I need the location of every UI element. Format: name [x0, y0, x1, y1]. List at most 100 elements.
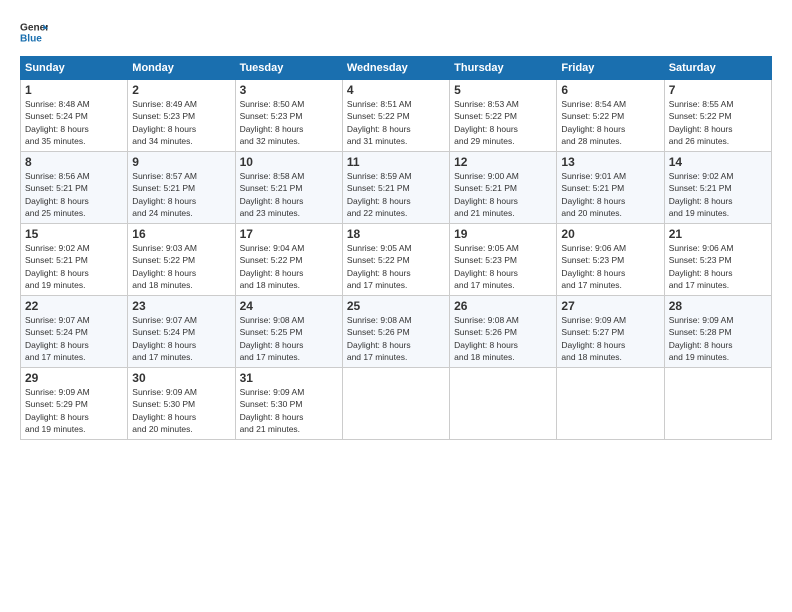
day-number: 2	[132, 83, 230, 97]
calendar-cell: 30Sunrise: 9:09 AM Sunset: 5:30 PM Dayli…	[128, 368, 235, 440]
day-number: 9	[132, 155, 230, 169]
calendar-table: SundayMondayTuesdayWednesdayThursdayFrid…	[20, 56, 772, 440]
calendar-cell: 15Sunrise: 9:02 AM Sunset: 5:21 PM Dayli…	[21, 224, 128, 296]
calendar-cell: 18Sunrise: 9:05 AM Sunset: 5:22 PM Dayli…	[342, 224, 449, 296]
calendar-cell: 9Sunrise: 8:57 AM Sunset: 5:21 PM Daylig…	[128, 152, 235, 224]
week-row-4: 22 Sunrise: 9:07 AM Sunset: 5:24 PM Dayli…	[21, 296, 772, 368]
calendar-cell	[450, 368, 557, 440]
day-number: 24	[240, 299, 338, 313]
day-info: Sunrise: 8:59 AM Sunset: 5:21 PM Dayligh…	[347, 170, 445, 219]
day-info: Sunrise: 9:09 AM Sunset: 5:28 PM Dayligh…	[669, 314, 767, 363]
day-number: 10	[240, 155, 338, 169]
day-number: 7	[669, 83, 767, 97]
calendar-cell: 14Sunrise: 9:02 AM Sunset: 5:21 PM Dayli…	[664, 152, 771, 224]
day-number: 18	[347, 227, 445, 241]
day-info: Sunrise: 9:03 AM Sunset: 5:22 PM Dayligh…	[132, 242, 230, 291]
col-header-friday: Friday	[557, 57, 664, 80]
day-number: 6	[561, 83, 659, 97]
day-info: Sunrise: 9:08 AM Sunset: 5:25 PM Dayligh…	[240, 314, 338, 363]
calendar-cell: 27Sunrise: 9:09 AM Sunset: 5:27 PM Dayli…	[557, 296, 664, 368]
day-info: Sunrise: 9:09 AM Sunset: 5:27 PM Dayligh…	[561, 314, 659, 363]
day-info: Sunrise: 9:07 AM Sunset: 5:24 PM Dayligh…	[132, 314, 230, 363]
day-info: Sunrise: 9:09 AM Sunset: 5:29 PM Dayligh…	[25, 386, 123, 435]
calendar-cell: 24Sunrise: 9:08 AM Sunset: 5:25 PM Dayli…	[235, 296, 342, 368]
calendar-cell: 23Sunrise: 9:07 AM Sunset: 5:24 PM Dayli…	[128, 296, 235, 368]
day-number: 27	[561, 299, 659, 313]
day-info: Sunrise: 8:55 AM Sunset: 5:22 PM Dayligh…	[669, 98, 767, 147]
col-header-tuesday: Tuesday	[235, 57, 342, 80]
day-info: Sunrise: 8:58 AM Sunset: 5:21 PM Dayligh…	[240, 170, 338, 219]
day-info: Sunrise: 8:48 AM Sunset: 5:24 PM Dayligh…	[25, 98, 123, 147]
week-row-5: 29Sunrise: 9:09 AM Sunset: 5:29 PM Dayli…	[21, 368, 772, 440]
day-number: 30	[132, 371, 230, 385]
col-header-sunday: Sunday	[21, 57, 128, 80]
day-number: 3	[240, 83, 338, 97]
day-number: 26	[454, 299, 552, 313]
day-number: 31	[240, 371, 338, 385]
calendar-cell: 19Sunrise: 9:05 AM Sunset: 5:23 PM Dayli…	[450, 224, 557, 296]
svg-text:Blue: Blue	[20, 33, 42, 44]
day-number: 1	[25, 83, 123, 97]
calendar-cell: 20Sunrise: 9:06 AM Sunset: 5:23 PM Dayli…	[557, 224, 664, 296]
day-info: Sunrise: 9:08 AM Sunset: 5:26 PM Dayligh…	[347, 314, 445, 363]
day-number: 21	[669, 227, 767, 241]
day-info: Sunrise: 9:09 AM Sunset: 5:30 PM Dayligh…	[240, 386, 338, 435]
day-info: Sunrise: 8:57 AM Sunset: 5:21 PM Dayligh…	[132, 170, 230, 219]
day-info: Sunrise: 8:51 AM Sunset: 5:22 PM Dayligh…	[347, 98, 445, 147]
day-number: 22	[25, 299, 123, 313]
calendar-cell	[664, 368, 771, 440]
col-header-wednesday: Wednesday	[342, 57, 449, 80]
day-info: Sunrise: 9:02 AM Sunset: 5:21 PM Dayligh…	[669, 170, 767, 219]
day-number: 12	[454, 155, 552, 169]
day-info: Sunrise: 9:06 AM Sunset: 5:23 PM Dayligh…	[669, 242, 767, 291]
day-number: 15	[25, 227, 123, 241]
calendar-cell: 5Sunrise: 8:53 AM Sunset: 5:22 PM Daylig…	[450, 80, 557, 152]
calendar-cell: 13Sunrise: 9:01 AM Sunset: 5:21 PM Dayli…	[557, 152, 664, 224]
week-row-1: 1Sunrise: 8:48 AM Sunset: 5:24 PM Daylig…	[21, 80, 772, 152]
calendar-cell: 17Sunrise: 9:04 AM Sunset: 5:22 PM Dayli…	[235, 224, 342, 296]
calendar-cell: 8Sunrise: 8:56 AM Sunset: 5:21 PM Daylig…	[21, 152, 128, 224]
logo: General Blue	[20, 18, 48, 46]
day-info: Sunrise: 8:56 AM Sunset: 5:21 PM Dayligh…	[25, 170, 123, 219]
day-info: Sunrise: 9:01 AM Sunset: 5:21 PM Dayligh…	[561, 170, 659, 219]
day-info: Sunrise: 9:05 AM Sunset: 5:22 PM Dayligh…	[347, 242, 445, 291]
calendar-cell: 2Sunrise: 8:49 AM Sunset: 5:23 PM Daylig…	[128, 80, 235, 152]
calendar-cell: 25Sunrise: 9:08 AM Sunset: 5:26 PM Dayli…	[342, 296, 449, 368]
calendar-cell: 11Sunrise: 8:59 AM Sunset: 5:21 PM Dayli…	[342, 152, 449, 224]
calendar-cell: 29Sunrise: 9:09 AM Sunset: 5:29 PM Dayli…	[21, 368, 128, 440]
col-header-saturday: Saturday	[664, 57, 771, 80]
day-info: Sunrise: 8:54 AM Sunset: 5:22 PM Dayligh…	[561, 98, 659, 147]
calendar-cell: 22Sunrise: 9:07 AM Sunset: 5:24 PM Dayli…	[21, 296, 128, 368]
day-number: 17	[240, 227, 338, 241]
day-number: 28	[669, 299, 767, 313]
day-number: 11	[347, 155, 445, 169]
calendar-cell: 6Sunrise: 8:54 AM Sunset: 5:22 PM Daylig…	[557, 80, 664, 152]
day-number: 14	[669, 155, 767, 169]
week-row-2: 8Sunrise: 8:56 AM Sunset: 5:21 PM Daylig…	[21, 152, 772, 224]
day-number: 25	[347, 299, 445, 313]
calendar-cell: 7Sunrise: 8:55 AM Sunset: 5:22 PM Daylig…	[664, 80, 771, 152]
calendar-cell: 12Sunrise: 9:00 AM Sunset: 5:21 PM Dayli…	[450, 152, 557, 224]
day-info: Sunrise: 9:02 AM Sunset: 5:21 PM Dayligh…	[25, 242, 123, 291]
calendar-cell: 31Sunrise: 9:09 AM Sunset: 5:30 PM Dayli…	[235, 368, 342, 440]
day-info: Sunrise: 9:09 AM Sunset: 5:30 PM Dayligh…	[132, 386, 230, 435]
day-info: Sunrise: 9:06 AM Sunset: 5:23 PM Dayligh…	[561, 242, 659, 291]
calendar-cell: 1Sunrise: 8:48 AM Sunset: 5:24 PM Daylig…	[21, 80, 128, 152]
header: General Blue	[20, 18, 772, 46]
calendar-cell: 4Sunrise: 8:51 AM Sunset: 5:22 PM Daylig…	[342, 80, 449, 152]
day-number: 16	[132, 227, 230, 241]
calendar-cell: 3Sunrise: 8:50 AM Sunset: 5:23 PM Daylig…	[235, 80, 342, 152]
day-info: Sunrise: 8:50 AM Sunset: 5:23 PM Dayligh…	[240, 98, 338, 147]
day-number: 23	[132, 299, 230, 313]
week-row-3: 15Sunrise: 9:02 AM Sunset: 5:21 PM Dayli…	[21, 224, 772, 296]
day-number: 19	[454, 227, 552, 241]
header-row: SundayMondayTuesdayWednesdayThursdayFrid…	[21, 57, 772, 80]
day-number: 29	[25, 371, 123, 385]
day-number: 4	[347, 83, 445, 97]
day-info: Sunrise: 8:49 AM Sunset: 5:23 PM Dayligh…	[132, 98, 230, 147]
day-info: Sunrise: 9:04 AM Sunset: 5:22 PM Dayligh…	[240, 242, 338, 291]
day-info: Sunrise: 9:08 AM Sunset: 5:26 PM Dayligh…	[454, 314, 552, 363]
day-number: 5	[454, 83, 552, 97]
day-number: 8	[25, 155, 123, 169]
day-info: Sunrise: 9:05 AM Sunset: 5:23 PM Dayligh…	[454, 242, 552, 291]
